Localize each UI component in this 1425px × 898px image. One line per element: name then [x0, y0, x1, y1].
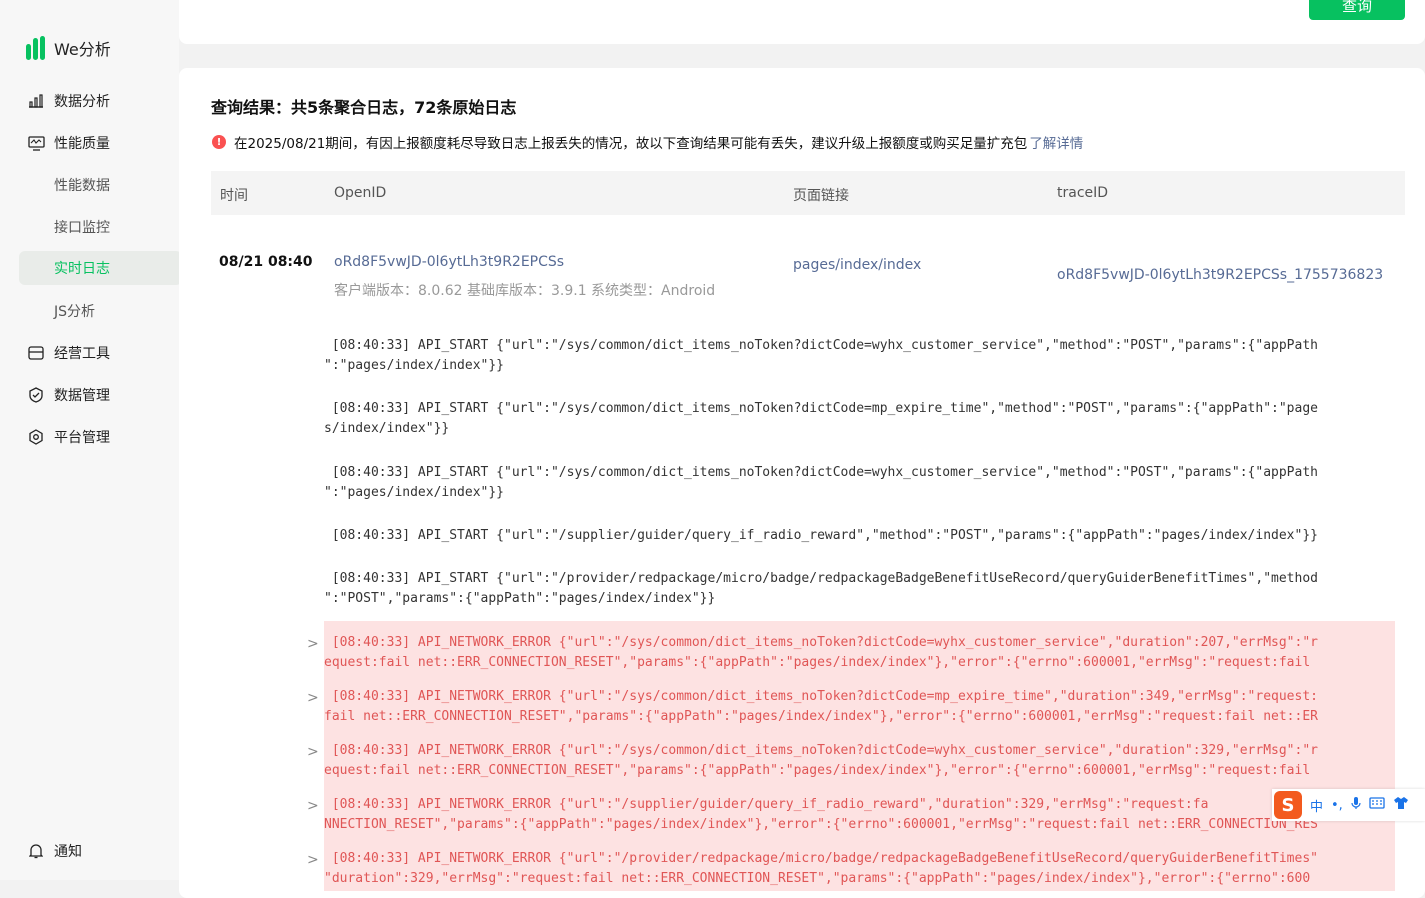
- error-log-entry[interactable]: [08:40:33] API_NETWORK_ERROR {"url":"/sy…: [324, 675, 1395, 729]
- ime-toolbar[interactable]: S 中 •,: [1272, 789, 1425, 821]
- sogou-logo-icon[interactable]: S: [1274, 791, 1302, 819]
- skin-shirt-icon[interactable]: [1393, 796, 1409, 814]
- row-time: 08/21 08:40: [219, 254, 313, 270]
- bar-chart-icon: [27, 92, 45, 110]
- log-entry: [08:40:33] API_START {"url":"/sys/common…: [324, 401, 1318, 436]
- column-header-trace-id: traceID: [1057, 185, 1109, 201]
- result-title: 查询结果：共5条聚合日志，72条原始日志: [211, 98, 517, 117]
- ime-language-toggle[interactable]: 中: [1310, 796, 1323, 815]
- warning-text: 在2025/08/21期间，有因上报额度耗尽导致日志上报丢失的情况，故以下查询结…: [234, 136, 1028, 152]
- error-log-entry[interactable]: [08:40:33] API_NETWORK_ERROR {"url":"/sy…: [324, 621, 1395, 675]
- log-entry: [08:40:33] API_START {"url":"/sys/common…: [324, 338, 1318, 373]
- hexagon-gear-icon: [27, 428, 45, 446]
- expand-chevron-icon[interactable]: >: [307, 636, 319, 652]
- sidebar-item-label: 平台管理: [54, 430, 110, 446]
- monitor-icon: [27, 134, 45, 152]
- keyboard-icon[interactable]: [1369, 797, 1385, 813]
- app-logo[interactable]: We分析: [26, 36, 111, 60]
- learn-more-link[interactable]: 了解详情: [1029, 132, 1083, 152]
- sidebar-item-data-analysis[interactable]: 数据分析: [19, 84, 147, 118]
- wallet-icon: [27, 344, 45, 362]
- sidebar-item-label: 数据分析: [54, 94, 110, 110]
- bell-icon: [27, 842, 45, 860]
- shield-check-icon: [27, 386, 45, 404]
- sidebar-item-label: 通知: [54, 844, 82, 860]
- sidebar-item-label: 性能质量: [54, 136, 110, 152]
- sidebar-item-performance-quality[interactable]: 性能质量: [19, 126, 147, 160]
- expand-chevron-icon[interactable]: >: [307, 744, 319, 760]
- we-analysis-logo-icon: [26, 36, 48, 60]
- row-trace-id[interactable]: oRd8F5vwJD-0l6ytLh3t9R2EPCSs_1755736823: [1057, 267, 1383, 283]
- query-filter-card: 查询: [179, 0, 1425, 44]
- sidebar-item-label: 经营工具: [54, 346, 110, 362]
- sidebar-item-performance-data[interactable]: 性能数据: [19, 168, 182, 202]
- sidebar-item-label: 性能数据: [54, 178, 110, 194]
- sidebar-item-api-monitor[interactable]: 接口监控: [19, 210, 182, 244]
- log-entry: [08:40:33] API_START {"url":"/supplier/g…: [324, 528, 1318, 543]
- sidebar-item-js-analysis[interactable]: JS分析: [19, 294, 182, 328]
- log-entry: [08:40:33] API_START {"url":"/provider/r…: [324, 571, 1318, 606]
- column-header-time: 时间: [220, 188, 248, 204]
- error-log-entry[interactable]: [08:40:33] API_NETWORK_ERROR {"url":"/sy…: [324, 729, 1395, 783]
- table-header: 时间 OpenID 页面链接 traceID: [211, 171, 1405, 215]
- sidebar-item-platform-management[interactable]: 平台管理: [19, 420, 147, 454]
- sidebar-item-data-management[interactable]: 数据管理: [19, 378, 147, 412]
- query-button[interactable]: 查询: [1309, 0, 1405, 20]
- column-header-page-link: 页面链接: [793, 188, 849, 204]
- microphone-icon[interactable]: [1351, 796, 1361, 814]
- sidebar-item-label: 接口监控: [54, 220, 110, 236]
- error-icon: !: [212, 135, 226, 149]
- sidebar-item-label: 实时日志: [54, 261, 110, 277]
- sidebar: We分析 数据分析 性能质量 性能数据 接口监控 实时日志 JS分析 经营工具 …: [0, 0, 182, 880]
- sidebar-item-label: JS分析: [54, 304, 96, 320]
- app-name: We分析: [54, 40, 111, 59]
- sidebar-item-realtime-log[interactable]: 实时日志: [19, 251, 182, 285]
- error-log-entry[interactable]: [08:40:33] API_NETWORK_ERROR {"url":"/pr…: [324, 837, 1395, 891]
- log-entry: [08:40:33] API_START {"url":"/sys/common…: [324, 465, 1318, 500]
- sidebar-item-notifications[interactable]: 通知: [19, 834, 147, 868]
- ime-punctuation-toggle[interactable]: •,: [1331, 798, 1343, 813]
- expand-chevron-icon[interactable]: >: [307, 690, 319, 706]
- sidebar-item-label: 数据管理: [54, 388, 110, 404]
- expand-chevron-icon[interactable]: >: [307, 852, 319, 868]
- row-page-link[interactable]: pages/index/index: [793, 257, 921, 273]
- row-openid[interactable]: oRd8F5vwJD-0l6ytLh3t9R2EPCSs: [334, 254, 564, 270]
- sidebar-item-business-tools[interactable]: 经营工具: [19, 336, 147, 370]
- expand-chevron-icon[interactable]: >: [307, 798, 319, 814]
- quota-warning: ! 在2025/08/21期间，有因上报额度耗尽导致日志上报丢失的情况，故以下查…: [212, 132, 1083, 152]
- row-client-info: 客户端版本：8.0.62 基础库版本：3.9.1 系统类型：Android: [334, 283, 716, 299]
- column-header-openid: OpenID: [334, 185, 387, 201]
- error-log-entry[interactable]: [08:40:33] API_NETWORK_ERROR {"url":"/su…: [324, 783, 1395, 837]
